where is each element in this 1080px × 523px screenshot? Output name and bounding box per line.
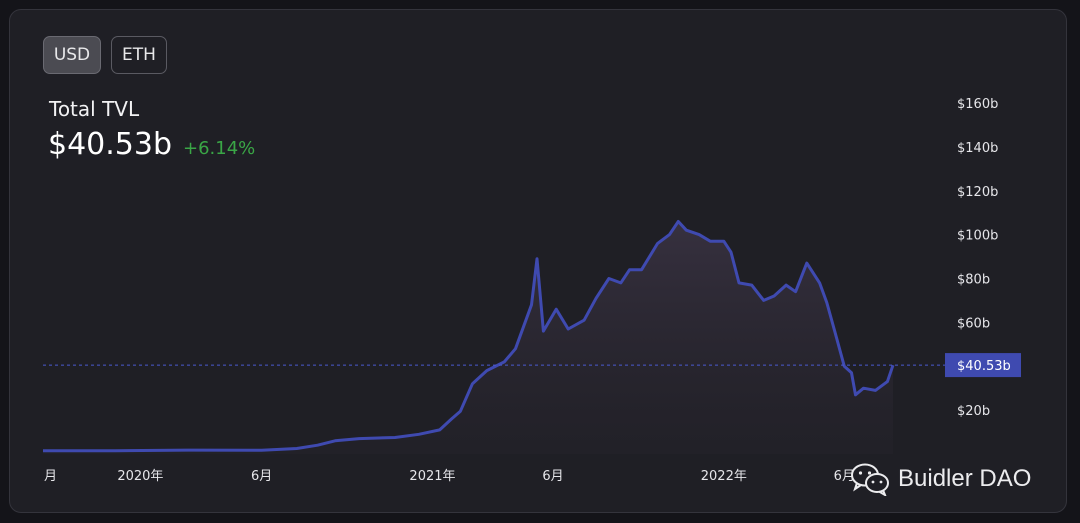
y-tick-label: $20b: [957, 404, 990, 419]
y-tick-label: $140b: [957, 141, 998, 156]
watermark: Buidler DAO: [850, 462, 1031, 496]
tvl-area-fill: [43, 221, 893, 454]
x-tick-label: 2021年: [409, 469, 455, 484]
y-tick-label: $60b: [957, 316, 990, 331]
y-tick-label: $120b: [957, 185, 998, 200]
watermark-text: Buidler DAO: [898, 465, 1032, 492]
y-tick-label: $100b: [957, 229, 998, 244]
y-tick-label: $80b: [957, 273, 990, 288]
x-tick-label: 6月: [251, 469, 272, 484]
current-value-label: $40.53b: [957, 359, 1011, 374]
x-tick-label: 6月: [542, 469, 563, 484]
x-tick-label: 2022年: [701, 469, 747, 484]
tvl-area-chart: $160b $140b $120b $100b $80b $60b $20b 月 2020年 6…: [43, 97, 1021, 484]
wechat-icon: [851, 463, 889, 496]
x-tick-label: 2020年: [117, 469, 163, 484]
x-tick-label: 月: [44, 469, 57, 484]
y-tick-label: $160b: [957, 97, 998, 112]
